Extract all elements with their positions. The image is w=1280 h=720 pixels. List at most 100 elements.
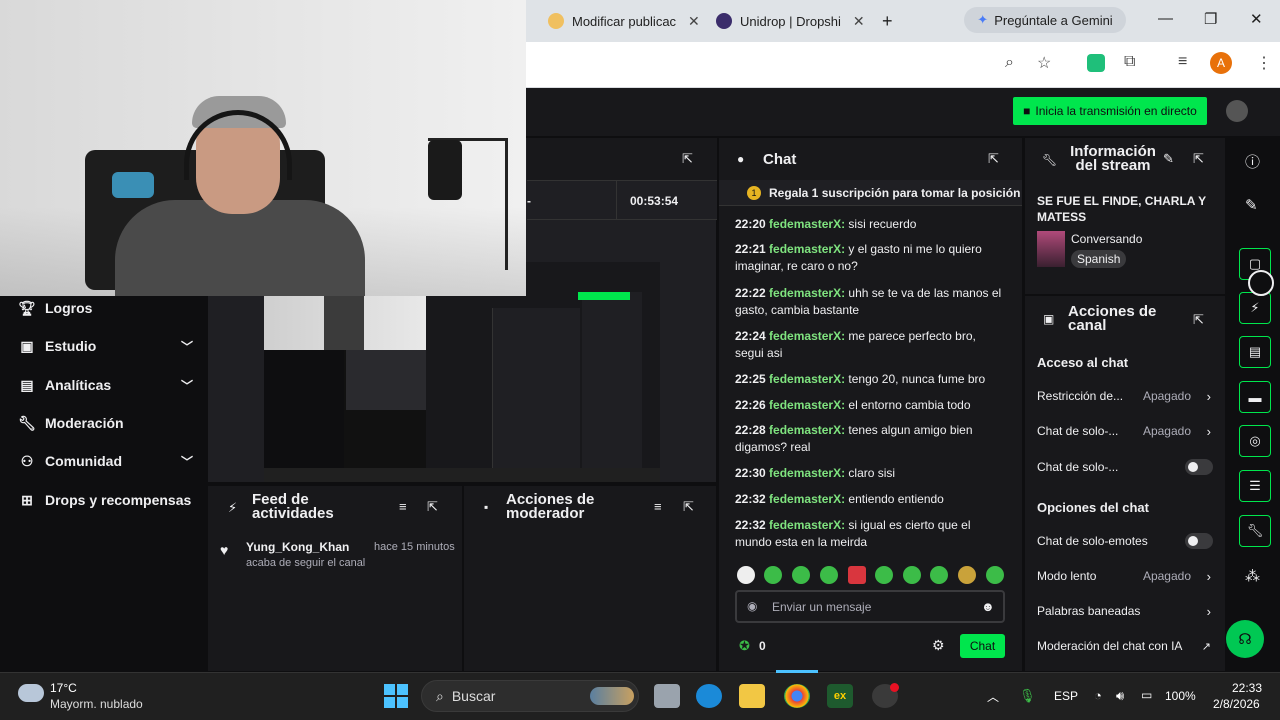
rail-action-wrench-icon[interactable]: 🔧︎ bbox=[1239, 515, 1271, 547]
chat-send-button[interactable]: Chat bbox=[960, 634, 1005, 658]
taskbar-search[interactable]: ⌕ Buscar bbox=[421, 680, 639, 712]
emote-icon[interactable] bbox=[958, 566, 976, 584]
wifi-icon[interactable]: ◔ bbox=[1094, 688, 1102, 703]
chat-input-box[interactable]: ◉ Enviar un mensaje ☻ bbox=[735, 590, 1005, 623]
slow-mode-row[interactable]: Modo lento Apagado › bbox=[1037, 567, 1215, 585]
bookmark-star-icon[interactable]: ☆ bbox=[1037, 53, 1051, 73]
maximize-icon[interactable]: ❐ bbox=[1204, 10, 1217, 28]
input-language[interactable]: ESP bbox=[1054, 689, 1078, 703]
task-view-icon[interactable] bbox=[654, 684, 680, 708]
ai-chat-moderation-row[interactable]: Moderación del chat con IA ↗ bbox=[1037, 637, 1215, 655]
emote-icon[interactable] bbox=[764, 566, 782, 584]
popout-icon[interactable]: ⇱ bbox=[683, 499, 694, 515]
sidebar-item-drops[interactable]: ⊞ Drops y recompensas bbox=[18, 488, 193, 512]
edit-pencil-icon[interactable]: ✎ bbox=[1245, 196, 1258, 214]
extensions-puzzle-icon[interactable]: ⧉ bbox=[1124, 53, 1135, 71]
channel-points-icon[interactable]: ✪ bbox=[739, 638, 750, 654]
media-queue-icon[interactable]: ≡ bbox=[1178, 53, 1187, 71]
file-explorer-icon[interactable] bbox=[739, 684, 765, 708]
popout-icon[interactable]: ⇱ bbox=[682, 151, 693, 167]
apps-icon[interactable]: ⁂ bbox=[1245, 567, 1260, 585]
sidebar-item-analiticas[interactable]: ▤ Analíticas ﹀ bbox=[18, 373, 193, 397]
sidebar-item-logros[interactable]: 🏆︎ Logros bbox=[18, 296, 193, 320]
chrome-browser-icon[interactable] bbox=[784, 684, 810, 708]
gemini-button[interactable]: ✦ Pregúntale a Gemini bbox=[964, 7, 1126, 33]
minimize-icon[interactable]: — bbox=[1158, 10, 1173, 27]
category-boxart[interactable] bbox=[1037, 231, 1065, 267]
rail-action-broadcast-icon[interactable]: ◎ bbox=[1239, 425, 1271, 457]
emote-icon[interactable] bbox=[875, 566, 893, 584]
clock-date[interactable]: 2/8/2026 bbox=[1213, 697, 1260, 711]
chat-username[interactable]: fedemasterX: bbox=[769, 242, 845, 256]
chat-settings-gear-icon[interactable]: ⚙ bbox=[932, 637, 945, 654]
chat-username[interactable]: fedemasterX: bbox=[769, 286, 845, 300]
browser-tab-unidrop[interactable]: Unidrop | Dropshi ✕ bbox=[716, 6, 865, 36]
edge-browser-icon[interactable] bbox=[696, 684, 722, 708]
sidebar-item-estudio[interactable]: ▣ Estudio ﹀ bbox=[18, 334, 193, 358]
clock-time[interactable]: 22:33 bbox=[1232, 681, 1262, 695]
popout-icon[interactable]: ⇱ bbox=[1193, 312, 1204, 328]
chat-rules-icon[interactable]: ◉ bbox=[747, 599, 757, 613]
chat-restriction-row[interactable]: Restricción de... Apagado › bbox=[1037, 387, 1215, 405]
emote-picker-icon[interactable]: ☻ bbox=[981, 599, 995, 614]
microphone-icon[interactable]: 🎙︎ bbox=[1019, 688, 1036, 704]
sidebar-item-moderacion[interactable]: 🔧︎ Moderación bbox=[18, 411, 193, 435]
chevron-up-icon[interactable]: ︿ bbox=[987, 688, 999, 705]
emote-icon[interactable] bbox=[903, 566, 921, 584]
nested-taskbar bbox=[264, 468, 660, 482]
popout-icon[interactable]: ⇱ bbox=[988, 151, 999, 167]
windows-start-icon[interactable] bbox=[384, 684, 408, 708]
weather-temperature[interactable]: 17°C bbox=[50, 681, 77, 695]
rail-action-lightning-icon[interactable]: ⚡︎ bbox=[1239, 292, 1271, 324]
browser-tab-modificar[interactable]: Modificar publicac ✕ bbox=[548, 6, 700, 36]
filter-icon[interactable]: ≡ bbox=[399, 499, 407, 514]
emote-icon[interactable] bbox=[986, 566, 1004, 584]
banned-words-row[interactable]: Palabras baneadas › bbox=[1037, 602, 1215, 620]
emote-icon[interactable] bbox=[848, 566, 866, 584]
info-icon[interactable]: ⓘ bbox=[1245, 151, 1260, 172]
rail-action-chat-icon[interactable]: ▬ bbox=[1239, 381, 1271, 413]
chat-username[interactable]: fedemasterX: bbox=[769, 466, 845, 480]
new-tab-button[interactable]: + bbox=[882, 6, 893, 36]
chat-username[interactable]: fedemasterX: bbox=[769, 492, 845, 506]
extension-green-icon[interactable] bbox=[1087, 54, 1105, 72]
activity-username[interactable]: Yung_Kong_Khan bbox=[246, 540, 349, 554]
chat-username[interactable]: fedemasterX: bbox=[769, 217, 845, 231]
followers-only-chat-row[interactable]: Chat de solo-... Apagado › bbox=[1037, 422, 1215, 440]
emote-icon[interactable] bbox=[792, 566, 810, 584]
emote-only-toggle[interactable] bbox=[1185, 533, 1213, 549]
edit-pencil-icon[interactable]: ✎ bbox=[1163, 151, 1174, 167]
close-tab-icon[interactable]: ✕ bbox=[688, 13, 700, 30]
close-tab-icon[interactable]: ✕ bbox=[853, 13, 865, 30]
volume-icon[interactable]: 🔊︎ bbox=[1116, 688, 1124, 704]
filter-icon[interactable]: ≡ bbox=[654, 499, 662, 514]
popout-icon[interactable]: ⇱ bbox=[427, 499, 438, 515]
pinned-gift-banner[interactable]: 1 Regala 1 suscripción para tomar la pos… bbox=[719, 180, 1022, 206]
emote-icon[interactable] bbox=[737, 566, 755, 584]
excel-app-icon[interactable]: ex bbox=[827, 684, 853, 708]
emote-icon[interactable] bbox=[930, 566, 948, 584]
stream-category[interactable]: Conversando bbox=[1071, 232, 1142, 246]
external-link-icon: ↗ bbox=[1201, 640, 1211, 653]
browser-menu-icon[interactable]: ⋮ bbox=[1256, 53, 1272, 73]
close-window-icon[interactable]: ✕ bbox=[1250, 10, 1263, 28]
popout-icon[interactable]: ⇱ bbox=[1193, 151, 1204, 167]
chat-username[interactable]: fedemasterX: bbox=[769, 423, 845, 437]
zoom-icon[interactable]: ⌕ bbox=[1005, 54, 1014, 72]
subscribers-only-toggle[interactable] bbox=[1185, 459, 1213, 475]
chat-timestamp: 22:32 bbox=[735, 518, 766, 532]
chat-username[interactable]: fedemasterX: bbox=[769, 518, 845, 532]
emote-icon[interactable] bbox=[820, 566, 838, 584]
sidebar-item-comunidad[interactable]: ⚇ Comunidad ﹀ bbox=[18, 449, 193, 473]
chat-username[interactable]: fedemasterX: bbox=[769, 329, 845, 343]
weather-description[interactable]: Mayorm. nublado bbox=[50, 697, 143, 711]
user-avatar[interactable] bbox=[1226, 100, 1248, 122]
rail-action-notes-icon[interactable]: ▤ bbox=[1239, 336, 1271, 368]
rail-action-ads-icon[interactable]: ☰ bbox=[1239, 470, 1271, 502]
profile-avatar[interactable]: A bbox=[1210, 52, 1232, 74]
chat-username[interactable]: fedemasterX: bbox=[769, 372, 845, 386]
support-headset-icon[interactable]: ☊ bbox=[1226, 620, 1264, 658]
go-live-button[interactable]: ■ Inicia la transmisión en directo bbox=[1013, 97, 1207, 125]
overlay-app-icon[interactable] bbox=[1248, 270, 1274, 296]
chat-username[interactable]: fedemasterX: bbox=[769, 398, 845, 412]
